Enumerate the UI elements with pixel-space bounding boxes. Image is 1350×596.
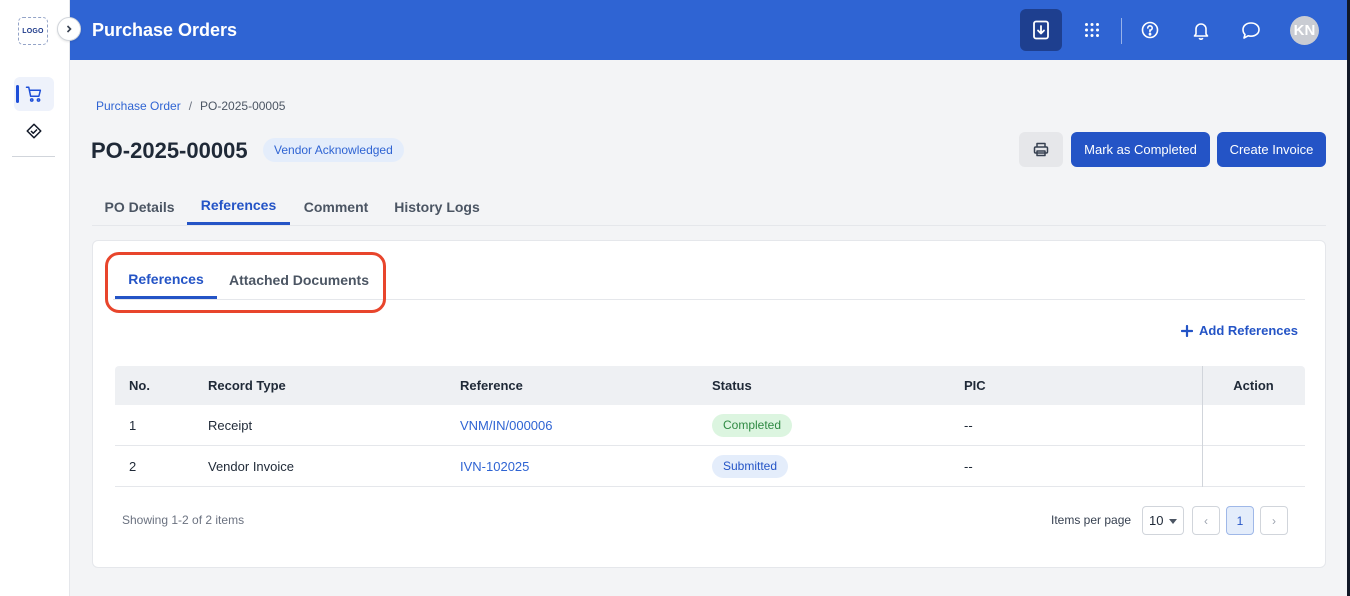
status-pill-completed: Completed: [712, 413, 793, 437]
row-reference-link[interactable]: VNM/IN/000006: [460, 405, 553, 445]
create-invoice-button[interactable]: Create Invoice: [1217, 132, 1326, 167]
help-icon: [1141, 21, 1159, 39]
row-record-type: Vendor Invoice: [208, 458, 295, 474]
subtab-references[interactable]: References: [115, 261, 217, 299]
expand-rail-button[interactable]: [57, 17, 81, 41]
breadcrumb-separator: /: [188, 99, 193, 113]
status-pill-submitted: Submitted: [712, 454, 789, 478]
items-per-page-select[interactable]: 10: [1142, 506, 1184, 535]
printer-icon: [1033, 142, 1049, 157]
row-reference-link[interactable]: IVN-102025: [460, 446, 529, 486]
prev-page-button[interactable]: ‹: [1192, 506, 1220, 535]
apps-button[interactable]: [1071, 9, 1113, 51]
left-rail: LOGO: [0, 0, 70, 596]
apps-grid-icon: [1085, 23, 1099, 37]
column-header-record-type: Record Type: [208, 378, 286, 393]
row-pic: --: [964, 417, 973, 433]
download-file-icon: [1033, 20, 1049, 40]
header-separator: [1121, 18, 1122, 44]
add-references-button[interactable]: Add References: [1181, 323, 1298, 338]
items-per-page-value: 10: [1149, 513, 1164, 528]
sub-tabs: References Attached Documents: [113, 261, 1305, 300]
action-column-divider: [1202, 366, 1203, 487]
rail-divider: [12, 156, 55, 157]
column-header-pic: PIC: [964, 378, 986, 393]
user-avatar[interactable]: KN: [1290, 16, 1319, 45]
add-references-label: Add References: [1199, 323, 1298, 338]
tab-references[interactable]: References: [187, 188, 290, 225]
tab-comment[interactable]: Comment: [290, 188, 382, 225]
showing-count: Showing 1-2 of 2 items: [122, 513, 245, 527]
items-per-page-label: Items per page: [1051, 513, 1132, 527]
main-tabs: PO Details References Comment History Lo…: [92, 188, 1326, 226]
page-1-button[interactable]: 1: [1226, 506, 1254, 535]
tab-po-details[interactable]: PO Details: [92, 188, 187, 225]
logo: LOGO: [18, 17, 48, 45]
header-title: Purchase Orders: [92, 20, 238, 40]
bell-icon: [1193, 22, 1209, 40]
handshake-icon: [26, 123, 42, 139]
help-button[interactable]: [1129, 9, 1171, 51]
download-button[interactable]: [1020, 9, 1062, 51]
column-header-status: Status: [712, 378, 752, 393]
status-badge: Vendor Acknowledged: [263, 138, 404, 162]
row-no: 1: [129, 417, 137, 433]
row-no: 2: [129, 458, 137, 474]
row-record-type: Receipt: [208, 417, 253, 433]
breadcrumb: Purchase Order / PO-2025-00005: [96, 99, 285, 113]
page-title: PO-2025-00005: [91, 138, 248, 163]
mark-as-completed-button[interactable]: Mark as Completed: [1071, 132, 1210, 167]
row-status: Submitted: [712, 446, 789, 486]
top-header: Purchase Orders KN: [70, 0, 1350, 60]
references-table: No. Record Type Reference Status PIC Act…: [115, 366, 1305, 487]
tab-history-logs[interactable]: History Logs: [382, 188, 492, 225]
chevron-right-icon: [66, 25, 72, 33]
caret-down-icon: [1169, 519, 1177, 524]
references-card: References Attached Documents Add Refere…: [92, 240, 1326, 568]
breadcrumb-link-purchase-order[interactable]: Purchase Order: [96, 99, 181, 113]
column-header-action: Action: [1233, 378, 1274, 393]
plus-icon: [1181, 324, 1193, 337]
breadcrumb-current: PO-2025-00005: [200, 99, 286, 113]
row-status: Completed: [712, 405, 793, 445]
notifications-button[interactable]: [1180, 9, 1222, 51]
row-pic: --: [964, 458, 973, 474]
chat-icon: [1242, 21, 1260, 39]
rail-item-purchase[interactable]: [14, 77, 54, 111]
table-header: No. Record Type Reference Status PIC Act…: [115, 366, 1305, 405]
column-header-reference: Reference: [460, 378, 523, 393]
next-page-button[interactable]: ›: [1260, 506, 1288, 535]
subtab-attached-documents[interactable]: Attached Documents: [217, 261, 381, 299]
cart-icon: [25, 86, 42, 102]
table-row: 1 Receipt VNM/IN/000006 Completed --: [115, 405, 1305, 446]
table-row: 2 Vendor Invoice IVN-102025 Submitted --: [115, 446, 1305, 487]
chat-button[interactable]: [1230, 9, 1272, 51]
rail-item-vendors[interactable]: [14, 114, 54, 148]
print-button[interactable]: [1019, 132, 1063, 167]
column-header-no: No.: [129, 378, 150, 393]
